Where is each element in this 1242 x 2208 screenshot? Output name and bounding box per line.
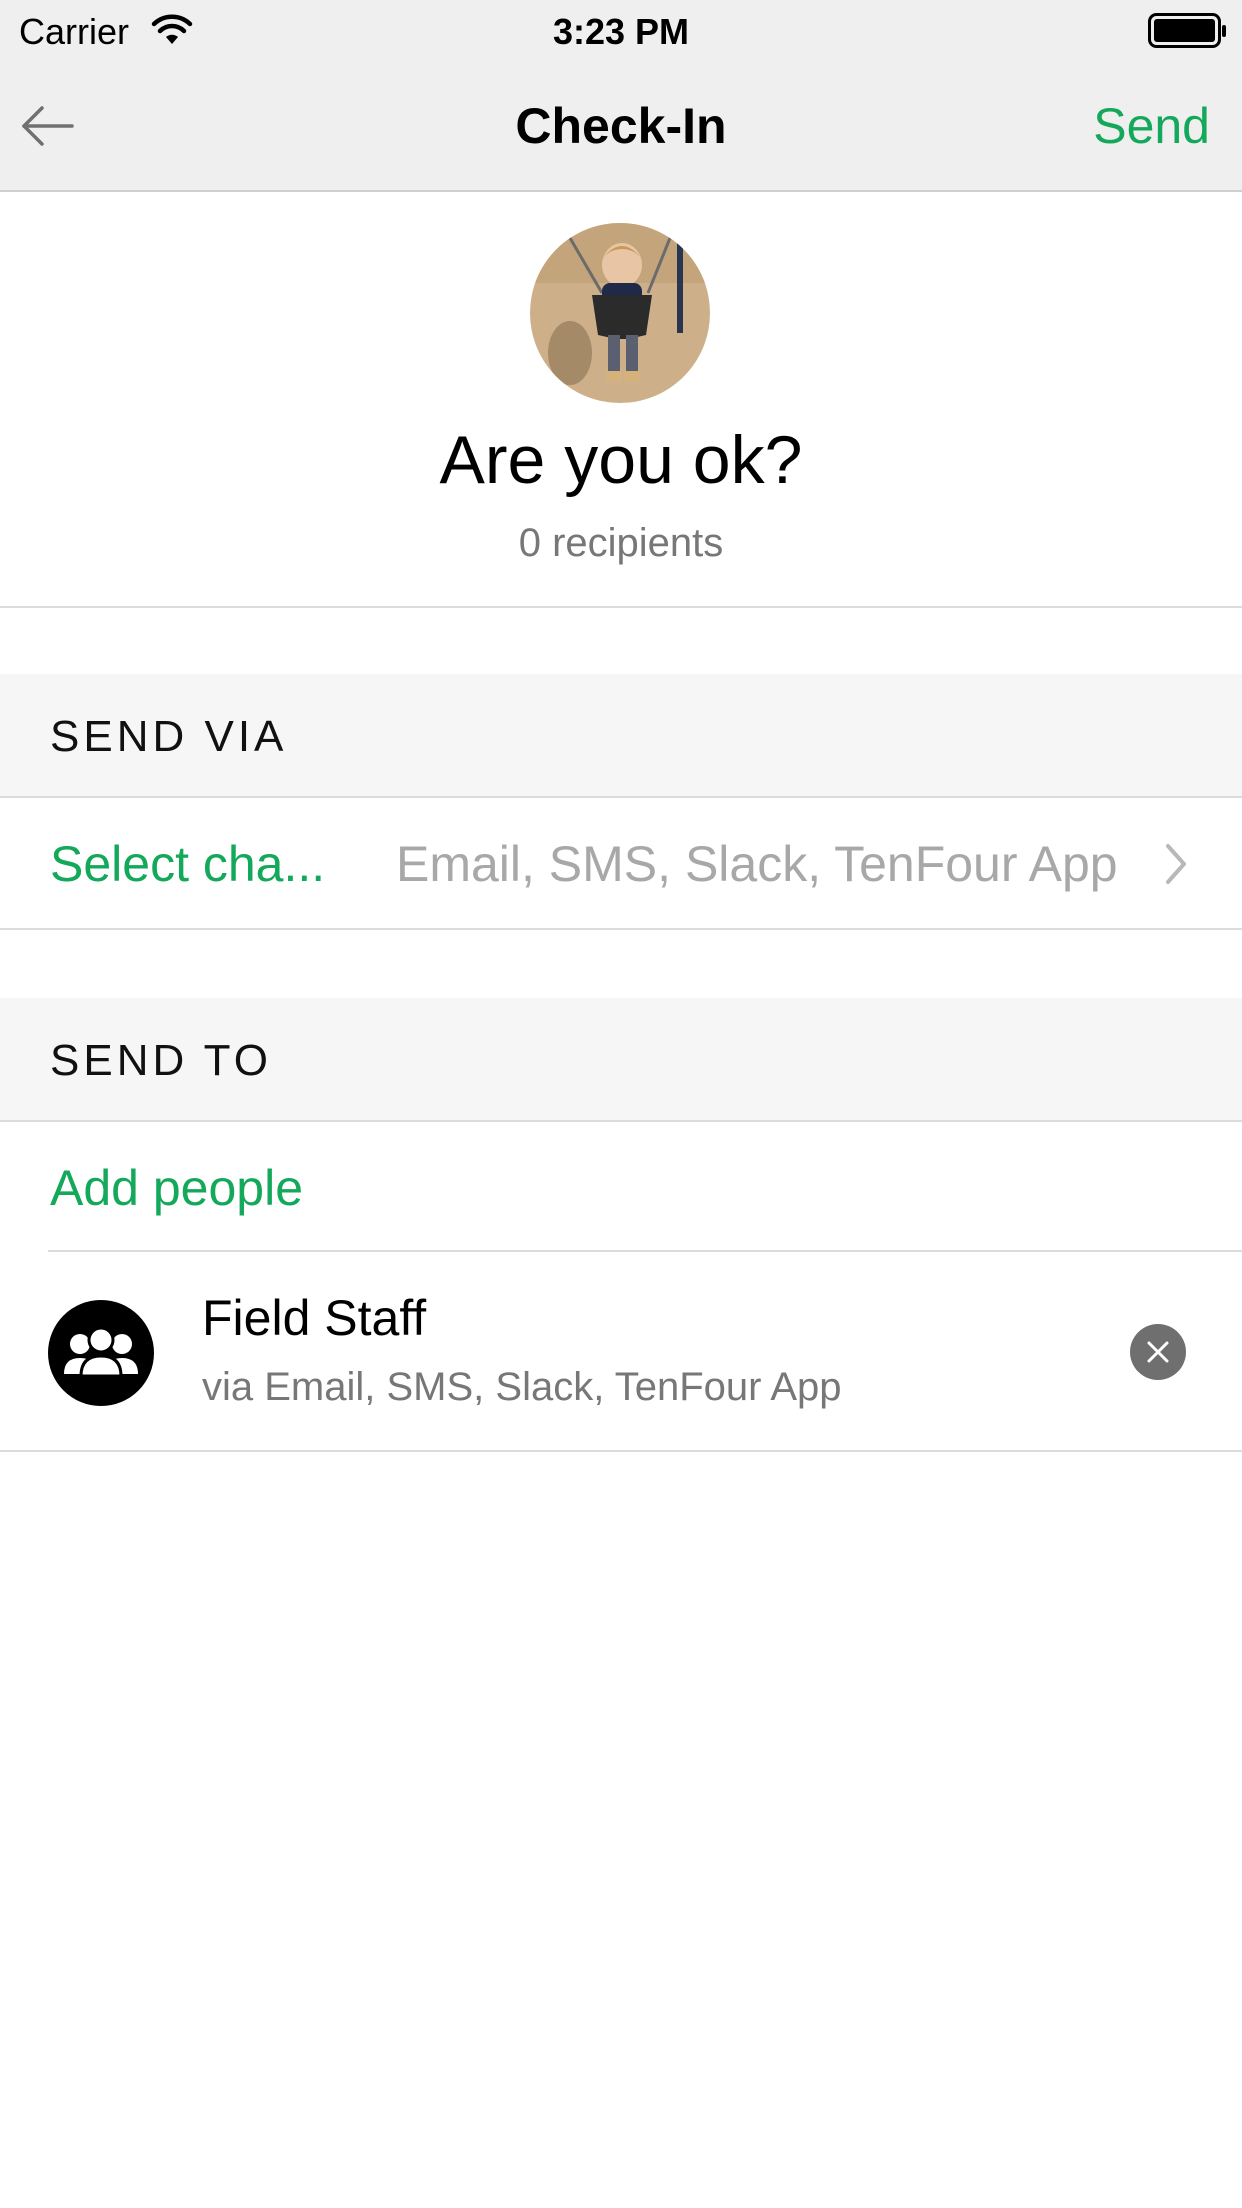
selected-channels-value: Email, SMS, Slack, TenFour App — [396, 836, 1118, 892]
battery-icon — [1148, 13, 1228, 49]
page-title: Check-In — [515, 98, 727, 154]
group-people-icon — [48, 1300, 154, 1406]
close-icon — [1147, 1341, 1169, 1363]
checkin-header: Are you ok? 0 recipients — [0, 192, 1242, 608]
remove-group-button[interactable] — [1130, 1324, 1186, 1380]
select-channels-row[interactable]: Select cha... Email, SMS, Slack, TenFour… — [0, 798, 1242, 930]
send-to-heading: SEND TO — [50, 1036, 272, 1085]
send-to-header: SEND TO — [0, 998, 1242, 1122]
check-in-screen: Carrier 3:23 PM Check-In Send Are you ok… — [0, 0, 1242, 2208]
chevron-right-icon — [1162, 842, 1190, 886]
status-bar: Carrier 3:23 PM — [0, 0, 1242, 62]
navigation-bar: Check-In Send — [0, 62, 1242, 192]
select-channels-label: Select cha... — [50, 836, 326, 892]
child-on-swing-photo — [530, 223, 710, 403]
send-via-heading: SEND VIA — [50, 712, 288, 761]
send-button[interactable]: Send — [1093, 98, 1210, 154]
add-people-row[interactable]: Add people — [0, 1122, 1242, 1252]
recipient-group-row: Field Staff via Email, SMS, Slack, TenFo… — [0, 1254, 1242, 1452]
add-people-button[interactable]: Add people — [50, 1160, 303, 1216]
recipient-count: 0 recipients — [518, 521, 724, 565]
checkin-title: Are you ok? — [439, 422, 803, 498]
checkin-avatar — [530, 223, 710, 403]
group-name: Field Staff — [202, 1290, 427, 1346]
status-time: 3:23 PM — [552, 11, 690, 52]
send-via-header: SEND VIA — [0, 674, 1242, 798]
group-channels: via Email, SMS, Slack, TenFour App — [202, 1365, 842, 1409]
